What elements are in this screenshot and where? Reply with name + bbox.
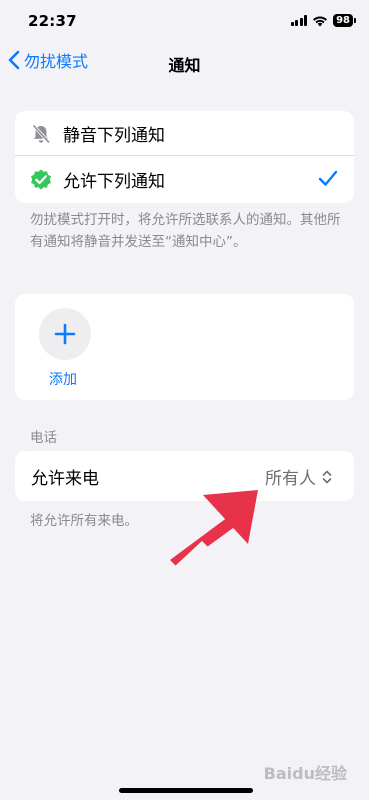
notification-options-card: 静音下列通知 允许下列通知 xyxy=(15,111,354,203)
allow-calls-selector[interactable]: 所有人 xyxy=(265,464,332,489)
bell-slash-icon xyxy=(29,122,53,146)
add-button-label[interactable]: 添加 xyxy=(49,369,77,389)
option-label: 允许下列通知 xyxy=(63,172,165,192)
checkmark-icon xyxy=(318,170,338,186)
add-contact-card: 添加 xyxy=(15,294,354,400)
page-title: 通知 xyxy=(168,56,201,75)
wifi-icon xyxy=(313,16,328,26)
status-bar: 22:37 98 xyxy=(0,0,369,44)
watermark-logo: Baidu经验 xyxy=(263,764,347,783)
option-label: 静音下列通知 xyxy=(63,126,165,146)
home-indicator[interactable] xyxy=(119,788,253,793)
section-header-phone: 电话 xyxy=(30,430,57,446)
options-footnote: 勿扰模式打开时，将允许所选联系人的通知。其他所有通知将静音并发送至“通知中心”。 xyxy=(30,212,341,250)
cellular-signal-icon xyxy=(290,15,308,26)
plus-icon xyxy=(54,323,76,345)
allow-calls-value: 所有人 xyxy=(265,469,316,489)
verified-check-icon xyxy=(29,168,53,192)
status-time: 22:37 xyxy=(28,12,77,30)
chevron-up-down-icon xyxy=(322,470,332,483)
option-allow-notifications[interactable]: 允许下列通知 xyxy=(15,156,354,203)
add-button[interactable] xyxy=(39,308,91,360)
allow-calls-label: 允许来电 xyxy=(31,469,99,489)
navigation-bar: 勿扰模式 通知 xyxy=(0,44,369,80)
option-silence-notifications[interactable]: 静音下列通知 xyxy=(15,111,354,156)
status-icons: 98 xyxy=(290,14,356,27)
annotation-arrow-icon xyxy=(170,490,258,573)
battery-icon: 98 xyxy=(333,14,356,27)
